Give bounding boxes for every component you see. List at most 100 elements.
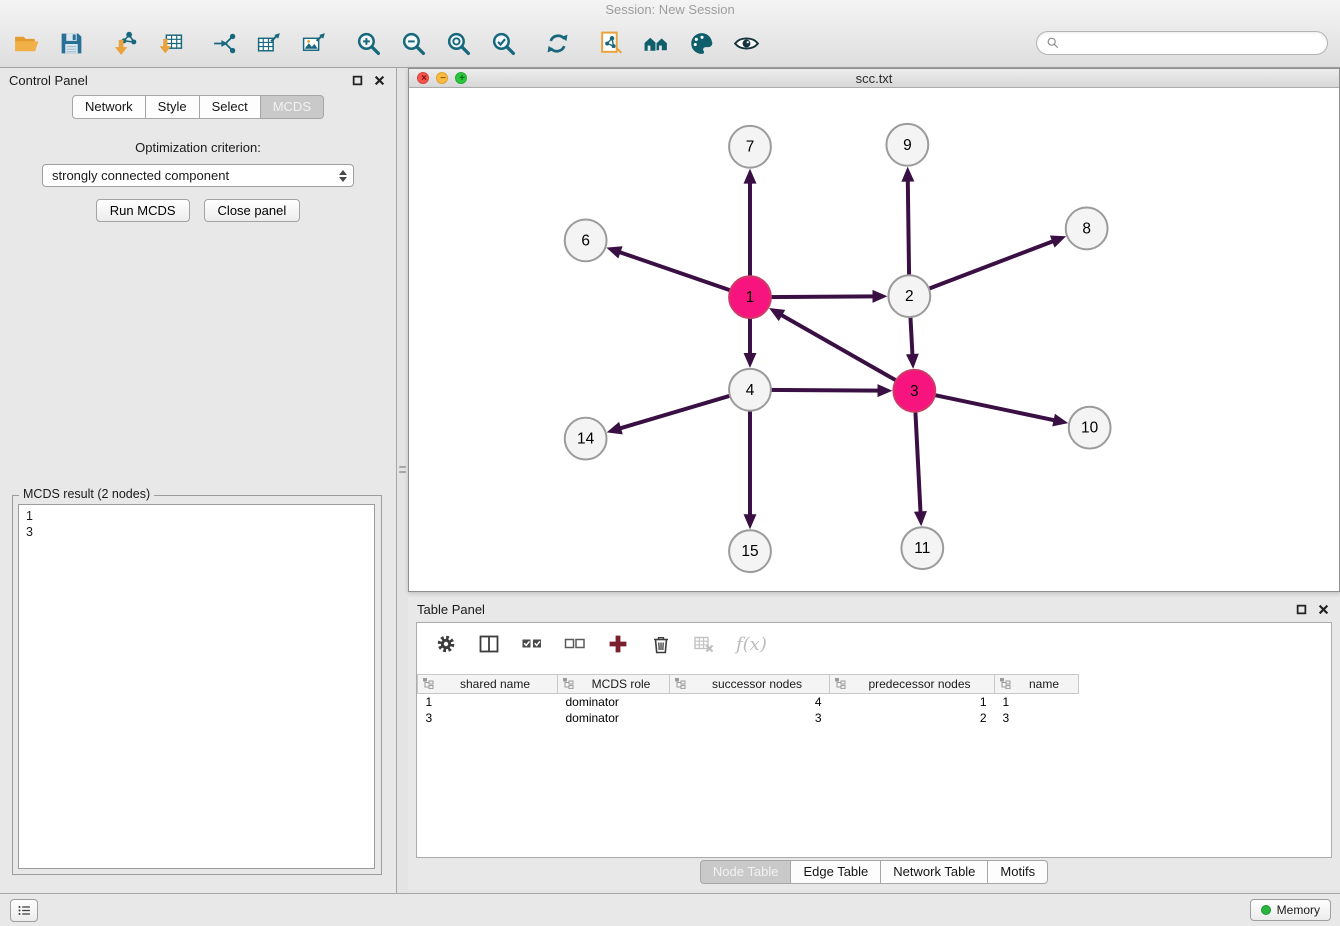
node-table: shared nameMCDS rolesuccessor nodesprede… [417,674,1079,726]
export-image-icon[interactable] [300,30,328,58]
add-row-icon[interactable] [607,633,629,655]
graph-node-14[interactable]: 14 [565,418,607,460]
column-sort-icon [674,677,689,692]
mcds-result-title: MCDS result (2 nodes) [19,487,154,501]
svg-text:8: 8 [1082,220,1091,237]
control-panel-tabs: NetworkStyleSelectMCDS [0,95,396,119]
graph-edge-4-14[interactable] [607,390,750,435]
column-header-MCDS-role[interactable]: MCDS role [558,675,670,694]
tab-style[interactable]: Style [146,95,200,119]
layout-refresh-icon[interactable] [543,30,571,58]
control-panel-header: Control Panel [0,68,396,92]
delete-row-icon[interactable] [650,633,672,655]
close-panel-button[interactable]: Close panel [204,199,301,222]
window-titlebar[interactable]: Session: New Session [0,0,1340,19]
zoom-fit-icon[interactable] [444,30,472,58]
delete-table-icon[interactable] [693,633,715,655]
style-icon[interactable] [687,30,715,58]
zoom-out-icon[interactable] [399,30,427,58]
close-window-icon[interactable] [417,72,429,84]
tab-select[interactable]: Select [200,95,261,119]
memory-button[interactable]: Memory [1250,899,1331,921]
svg-text:14: 14 [577,431,595,448]
table-cell: 1 [830,694,995,710]
svg-text:3: 3 [910,383,919,400]
network-window-titlebar[interactable]: scc.txt [409,69,1339,88]
maximize-window-icon[interactable] [455,72,467,84]
tab-network[interactable]: Network [72,95,146,119]
graph-node-3[interactable]: 3 [893,370,935,412]
column-header-shared-name[interactable]: shared name [418,675,558,694]
column-header-predecessor-nodes[interactable]: predecessor nodes [830,675,995,694]
graph-edge-2-8[interactable] [909,236,1066,297]
tab-mcds[interactable]: MCDS [261,95,324,119]
close-table-panel-icon[interactable] [1316,602,1331,617]
graph-edge-3-1[interactable] [769,308,914,391]
table-row[interactable]: 3dominator323 [418,710,1079,726]
graph-node-4[interactable]: 4 [729,369,771,411]
run-mcds-button[interactable]: Run MCDS [96,199,190,222]
columns-icon[interactable] [478,633,500,655]
graph-edge-3-10[interactable] [914,391,1068,427]
search-box[interactable] [1036,31,1328,55]
graph-node-1[interactable]: 1 [729,276,771,318]
svg-text:15: 15 [741,543,758,560]
save-icon[interactable] [57,30,85,58]
function-icon[interactable]: f(x) [736,634,767,655]
import-table-icon[interactable] [156,30,184,58]
import-network-icon[interactable] [111,30,139,58]
float-panel-icon[interactable] [350,73,365,88]
table-cell: dominator [558,694,670,710]
table-row[interactable]: 1dominator411 [418,694,1079,710]
network-graph[interactable]: 1 2 3 4 6 7 8 9 10 11 14 15 [409,88,1339,591]
optimization-label: Optimization criterion: [0,140,396,155]
window-title: Session: New Session [605,2,734,17]
graph-node-2[interactable]: 2 [888,275,930,317]
float-table-panel-icon[interactable] [1294,602,1309,617]
close-panel-icon[interactable] [372,73,387,88]
column-header-successor-nodes[interactable]: successor nodes [670,675,830,694]
toolbar-group [543,30,571,58]
task-history-button[interactable] [10,899,38,922]
network-canvas[interactable]: 1 2 3 4 6 7 8 9 10 11 14 15 [409,88,1339,591]
graph-node-11[interactable]: 11 [901,527,943,569]
network-window-title: scc.txt [409,71,1339,86]
search-input[interactable] [1065,36,1318,51]
graph-node-9[interactable]: 9 [886,124,928,166]
table-cell: 1 [418,694,558,710]
tab-edge-table[interactable]: Edge Table [791,860,881,884]
main-toolbar [12,19,786,68]
export-table-icon[interactable] [255,30,283,58]
tab-network-table[interactable]: Network Table [881,860,988,884]
graph-edge-1-6[interactable] [606,246,750,297]
minimize-window-icon[interactable] [436,72,448,84]
mcds-result-text[interactable]: 13 [18,504,375,869]
eye-icon[interactable] [732,30,760,58]
column-header-name[interactable]: name [995,675,1079,694]
table-toolbar: f(x) [417,623,1331,665]
graph-node-8[interactable]: 8 [1066,208,1108,250]
open-icon[interactable] [12,30,40,58]
tab-motifs[interactable]: Motifs [988,860,1048,884]
export-network-icon[interactable] [210,30,238,58]
zoom-in-icon[interactable] [354,30,382,58]
graph-node-15[interactable]: 15 [729,530,771,572]
svg-text:6: 6 [581,232,590,249]
table-panel-tabs: Node TableEdge TableNetwork TableMotifs [408,860,1340,884]
tab-node-table[interactable]: Node Table [700,860,792,884]
network-from-selection-icon[interactable] [597,30,625,58]
optimization-dropdown[interactable]: strongly connected component [42,164,354,187]
graph-node-10[interactable]: 10 [1069,407,1111,449]
select-all-icon[interactable] [521,633,543,655]
graph-node-6[interactable]: 6 [565,219,607,261]
search-icon [1046,36,1060,50]
graph-node-7[interactable]: 7 [729,126,771,168]
home-icon[interactable] [642,30,670,58]
splitter-grip[interactable] [399,461,406,477]
zoom-selected-icon[interactable] [489,30,517,58]
svg-text:7: 7 [746,139,755,156]
table-cell: 4 [670,694,830,710]
toolbar-group [597,30,760,58]
gear-icon[interactable] [435,633,457,655]
deselect-all-icon[interactable] [564,633,586,655]
